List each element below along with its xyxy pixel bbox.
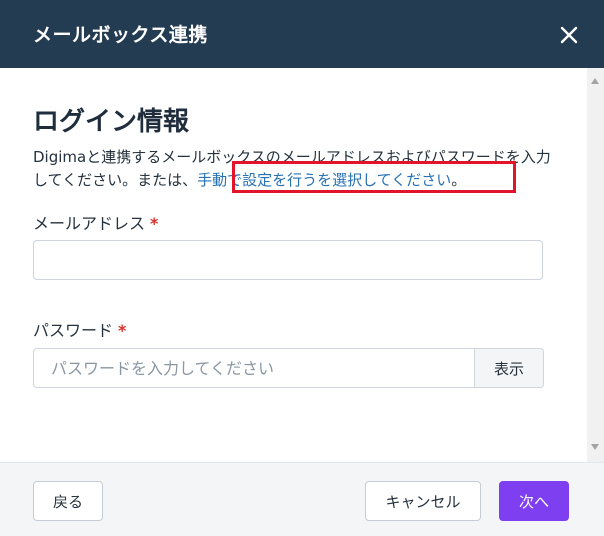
close-icon[interactable]	[556, 22, 582, 48]
dialog-header: メールボックス連携	[0, 0, 604, 68]
cancel-button[interactable]: キャンセル	[365, 481, 481, 521]
email-field[interactable]	[33, 240, 543, 280]
vertical-scrollbar[interactable]	[587, 68, 604, 462]
next-button[interactable]: 次へ	[499, 481, 569, 521]
dialog-title: メールボックス連携	[33, 24, 208, 46]
required-mark: *	[118, 321, 127, 340]
scroll-down-icon[interactable]	[591, 444, 599, 450]
scroll-up-icon[interactable]	[591, 78, 599, 84]
dialog-body: ログイン情報 Digimaと連携するメールボックスのメールアドレスおよびパスワー…	[0, 68, 604, 462]
back-button[interactable]: 戻る	[33, 481, 103, 521]
required-mark: *	[150, 214, 159, 233]
mailbox-link-dialog: メールボックス連携 ログイン情報 Digimaと連携するメールボックスのメールア…	[0, 0, 604, 536]
highlight-box	[232, 161, 516, 193]
dialog-footer: 戻る キャンセル 次へ	[0, 462, 604, 536]
password-field[interactable]	[33, 348, 475, 388]
password-label: パスワード *	[33, 321, 127, 340]
section-heading: ログイン情報	[33, 107, 190, 137]
show-password-button[interactable]: 表示	[474, 348, 544, 388]
email-label: メールアドレス *	[33, 214, 159, 233]
